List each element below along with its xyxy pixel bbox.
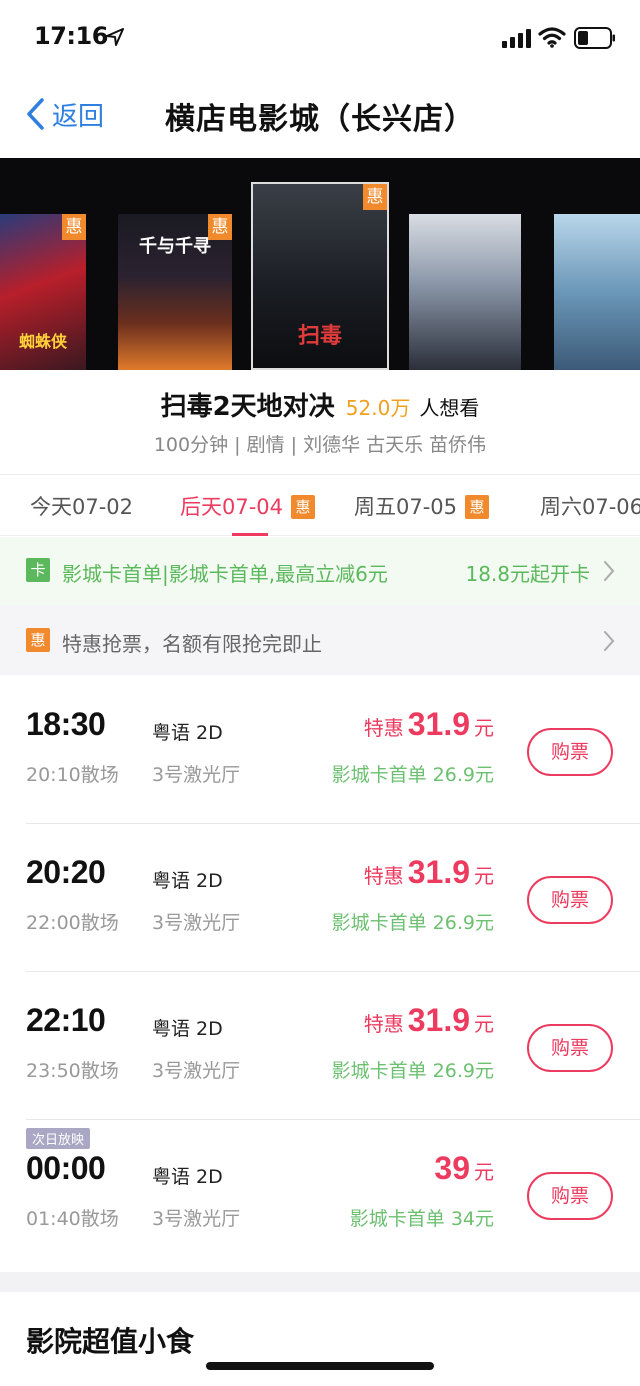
poster-discount-badge: 惠	[363, 184, 387, 210]
date-tab-label: 后天07-04	[180, 495, 284, 519]
chevron-right-icon	[604, 631, 615, 651]
poster-caption: 千与千寻	[139, 236, 211, 257]
price-line: 特惠 31.9 元	[364, 706, 494, 743]
chevron-right-icon	[604, 561, 615, 581]
active-tab-indicator	[232, 533, 268, 536]
price-label: 特惠	[363, 864, 404, 888]
price-label: 特惠	[363, 1012, 404, 1036]
snacks-section-title: 影院超值小食	[26, 1325, 195, 1358]
card-badge: 卡	[26, 558, 50, 582]
showtime-row[interactable]: 22:10 23:50散场 粤语 2D 3号激光厅 特惠 31.9 元 影城卡首单 …	[0, 972, 640, 1120]
end-time: 22:00散场	[26, 912, 119, 934]
discount-badge: 惠	[26, 628, 50, 652]
tab-date-0702[interactable]: 今天07-02	[30, 491, 133, 521]
hall-name: 3号激光厅	[152, 912, 241, 934]
language-format: 粤语 2D	[152, 1018, 223, 1040]
date-tab-label: 今天07-02	[30, 495, 134, 519]
wifi-icon	[538, 27, 566, 48]
discount-badge: 惠	[291, 495, 316, 519]
hall-name: 3号激光厅	[152, 1208, 241, 1230]
language-format: 粤语 2D	[152, 722, 223, 744]
price-unit: 元	[474, 864, 494, 888]
tab-date-0705[interactable]: 周五07-05 惠	[354, 491, 490, 521]
card-promo-text: 影城卡首单|影城卡首单,最高立减6元	[62, 562, 388, 586]
end-time: 20:10散场	[26, 764, 119, 786]
movie-info: 扫毒2天地对决 52.0万 人想看 100分钟 | 剧情 | 刘德华 古天乐 苗…	[0, 370, 640, 474]
discount-deal-promo[interactable]: 惠 特惠抢票，名额有限抢完即止	[0, 605, 640, 675]
date-tab-label: 周六07-06	[540, 495, 640, 519]
buy-ticket-button[interactable]: 购票	[527, 1024, 613, 1072]
deal-promo-text: 特惠抢票，名额有限抢完即止	[62, 632, 322, 656]
hall-name: 3号激光厅	[152, 1060, 241, 1082]
start-time: 22:10	[26, 1002, 106, 1038]
poster-caption: 蜘蛛侠	[18, 332, 67, 351]
price-line: 特惠 31.9 元	[364, 1002, 494, 1039]
page-title: 横店电影城（长兴店）	[165, 102, 475, 137]
hall-name: 3号激光厅	[152, 764, 241, 786]
tab-date-0706[interactable]: 周六07-06	[540, 491, 640, 521]
cellular-signal-icon	[502, 29, 531, 48]
card-price: 影城卡首单 26.9元	[331, 764, 494, 786]
section-divider	[0, 1272, 640, 1292]
discount-badge: 惠	[465, 495, 490, 519]
showtime-row[interactable]: 18:30 20:10散场 粤语 2D 3号激光厅 特惠 31.9 元 影城卡首单 …	[0, 676, 640, 824]
price-value: 31.9	[407, 706, 470, 742]
home-indicator[interactable]	[206, 1362, 434, 1370]
end-time: 01:40散场	[26, 1208, 119, 1230]
poster-spiderman[interactable]: 惠 蜘蛛侠	[0, 214, 86, 370]
price-unit: 元	[474, 1160, 494, 1184]
status-bar: 17:16	[0, 0, 640, 78]
poster-drug-lords[interactable]: 惠 扫毒	[251, 182, 389, 370]
price-line: 特惠 31.9 元	[364, 854, 494, 891]
movie-title: 扫毒2天地对决	[160, 392, 335, 422]
price-value: 31.9	[407, 1002, 470, 1038]
price-value: 31.9	[407, 854, 470, 890]
date-tab-label: 周五07-05	[354, 495, 458, 519]
next-day-tag: 次日放映	[26, 1128, 91, 1149]
card-price: 影城卡首单 26.9元	[331, 912, 494, 934]
status-time: 17:16	[34, 22, 108, 50]
movie-meta: 100分钟 | 剧情 | 刘德华 古天乐 苗侨伟	[153, 434, 487, 456]
price-value: 39	[434, 1150, 470, 1186]
want-count: 52.0万	[345, 396, 411, 420]
price-unit: 元	[474, 1012, 494, 1036]
start-time: 20:20	[26, 854, 106, 890]
buy-ticket-button[interactable]: 购票	[527, 728, 613, 776]
buy-ticket-button[interactable]: 购票	[527, 1172, 613, 1220]
tab-date-0704[interactable]: 后天07-04 惠	[180, 491, 316, 521]
language-format: 粤语 2D	[152, 870, 223, 892]
showtime-row[interactable]: 20:20 22:00散场 粤语 2D 3号激光厅 特惠 31.9 元 影城卡首单 …	[0, 824, 640, 972]
want-label: 人想看	[419, 396, 480, 420]
language-format: 粤语 2D	[152, 1166, 223, 1188]
movie-poster-carousel[interactable]: 惠 蜘蛛侠 惠 千与千寻 惠 扫毒	[0, 158, 640, 370]
showtime-row[interactable]: 次日放映 00:00 01:40散场 粤语 2D 3号激光厅 39 元 影城卡首单…	[0, 1120, 640, 1268]
poster-spirited-away[interactable]: 惠 千与千寻	[118, 214, 232, 370]
date-tabs: 今天07-02 后天07-04 惠 周五07-05 惠 周六07-06	[0, 474, 640, 536]
cinema-card-promo[interactable]: 卡 影城卡首单|影城卡首单,最高立减6元 18.8元起开卡	[0, 537, 640, 605]
start-time: 18:30	[26, 706, 106, 742]
poster-discount-badge: 惠	[62, 214, 86, 240]
end-time: 23:50散场	[26, 1060, 119, 1082]
price-unit: 元	[474, 716, 494, 740]
poster-caption: 扫毒	[297, 324, 342, 349]
location-arrow-icon	[106, 28, 124, 46]
buy-ticket-button[interactable]: 购票	[527, 876, 613, 924]
card-price: 影城卡首单 34元	[349, 1208, 494, 1230]
card-promo-cta: 18.8元起开卡	[465, 562, 590, 586]
price-label: 特惠	[363, 716, 404, 740]
navigation-bar: 返回 横店电影城（长兴店）	[0, 78, 640, 158]
poster-movie-5[interactable]	[554, 214, 640, 370]
poster-movie-4[interactable]	[409, 214, 521, 370]
start-time: 00:00	[26, 1150, 106, 1186]
battery-icon	[574, 27, 615, 49]
card-price: 影城卡首单 26.9元	[331, 1060, 494, 1082]
price-line: 39 元	[430, 1150, 494, 1187]
movie-title-row: 扫毒2天地对决 52.0万 人想看	[0, 386, 640, 423]
